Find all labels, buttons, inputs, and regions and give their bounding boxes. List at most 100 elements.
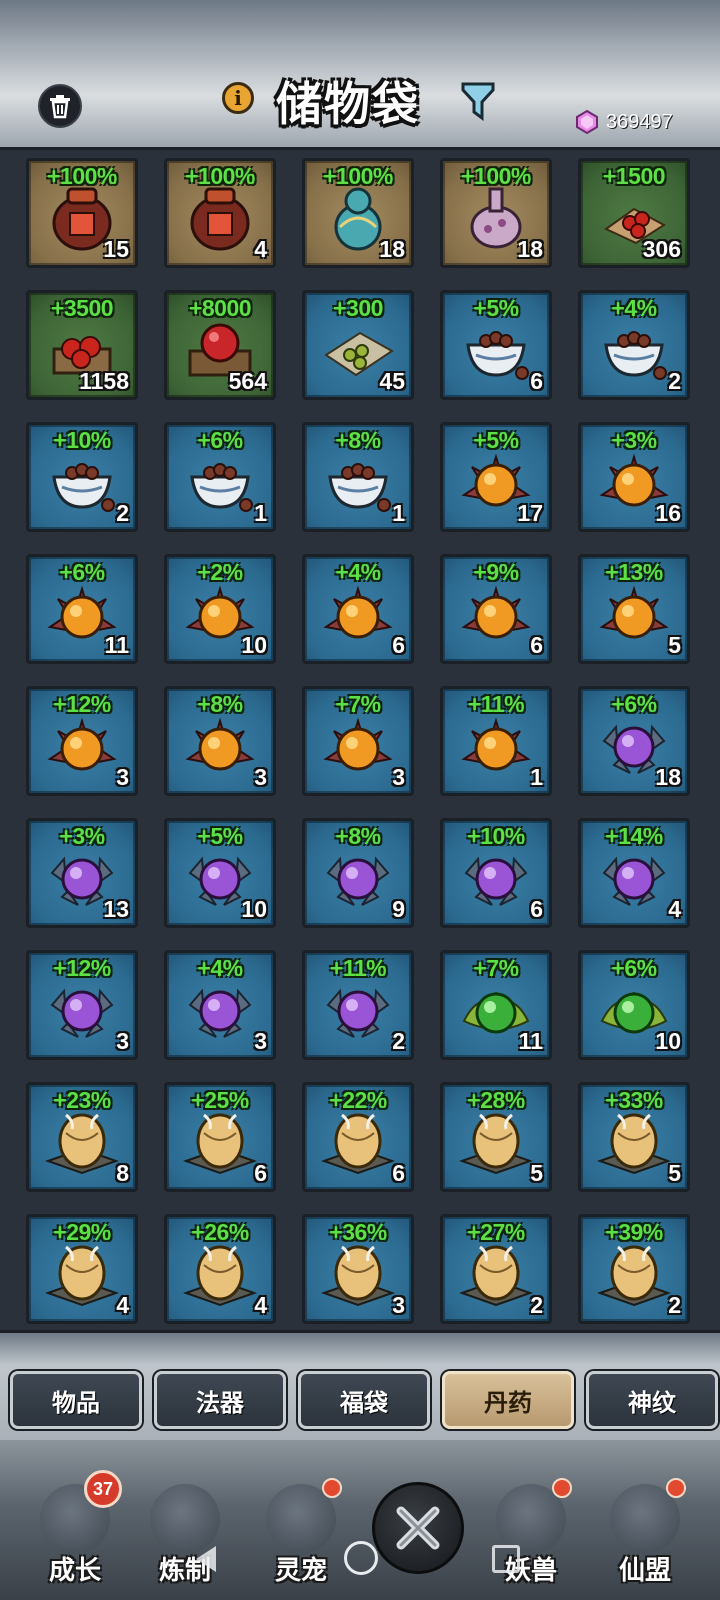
- close-button[interactable]: [372, 1482, 464, 1574]
- trash-button[interactable]: [38, 84, 82, 128]
- inventory-item[interactable]: +7% 11: [440, 950, 552, 1060]
- pill-bowl-icon: [328, 463, 391, 512]
- inventory-item[interactable]: +3% 16: [578, 422, 690, 532]
- inventory-item[interactable]: +100% 18: [440, 158, 552, 268]
- inventory-item[interactable]: +8000 564: [164, 290, 276, 400]
- inventory-item[interactable]: +12% 3: [26, 950, 138, 1060]
- currency-display: 369497: [574, 108, 673, 136]
- inventory-item[interactable]: +25% 6: [164, 1082, 276, 1192]
- nav-item[interactable]: 仙盟: [600, 1478, 690, 1594]
- item-quantity: 2: [668, 368, 681, 394]
- inventory-item[interactable]: +300 45: [302, 290, 414, 400]
- item-quantity: 13: [103, 896, 129, 922]
- inventory-item[interactable]: +7% 3: [302, 686, 414, 796]
- inventory-item[interactable]: +6% 10: [578, 950, 690, 1060]
- info-icon[interactable]: i: [222, 82, 254, 114]
- nav-item[interactable]: 灵宠: [256, 1478, 346, 1594]
- inventory-item[interactable]: +10% 2: [26, 422, 138, 532]
- tab-2[interactable]: 福袋: [298, 1371, 430, 1429]
- golden-egg-icon: [596, 1113, 672, 1175]
- nav-item[interactable]: 炼制: [140, 1484, 230, 1594]
- item-bonus: +8%: [197, 691, 243, 717]
- item-quantity: 4: [116, 1292, 129, 1318]
- tab-0[interactable]: 物品: [10, 1371, 142, 1429]
- item-quantity: 18: [517, 236, 543, 262]
- item-quantity: 16: [655, 500, 681, 526]
- inventory-item[interactable]: +8% 1: [302, 422, 414, 532]
- inventory-item[interactable]: +6% 1: [164, 422, 276, 532]
- item-bonus: +6%: [611, 955, 657, 981]
- item-bonus: +10%: [467, 823, 525, 849]
- system-recents-button[interactable]: [492, 1545, 520, 1573]
- inventory-item[interactable]: +8% 3: [164, 686, 276, 796]
- inventory-item[interactable]: +27% 2: [440, 1214, 552, 1324]
- tab-1[interactable]: 法器: [154, 1371, 286, 1429]
- inventory-item[interactable]: +5% 17: [440, 422, 552, 532]
- inventory-item[interactable]: +12% 3: [26, 686, 138, 796]
- item-bonus: +10%: [53, 427, 111, 453]
- golden-egg-icon: [182, 1245, 258, 1307]
- page-title: 储物袋: [276, 77, 420, 131]
- tab-4[interactable]: 神纹: [586, 1371, 718, 1429]
- item-bonus: +4%: [197, 955, 243, 981]
- inventory-panel: +100% 15 +100% 4 +100% 18 +100% 18 +1500 306 +3500…: [0, 150, 720, 1330]
- inventory-item[interactable]: +13% 5: [578, 554, 690, 664]
- inventory-item[interactable]: +29% 4: [26, 1214, 138, 1324]
- inventory-item[interactable]: +39% 2: [578, 1214, 690, 1324]
- golden-egg-icon: [458, 1113, 534, 1175]
- gem-icon: [576, 109, 598, 135]
- item-quantity: 6: [392, 632, 405, 658]
- item-quantity: 306: [642, 236, 681, 262]
- system-back-button[interactable]: [196, 1546, 216, 1572]
- wine-jar-icon: [190, 187, 250, 251]
- inventory-item[interactable]: +11% 2: [302, 950, 414, 1060]
- inventory-item[interactable]: +4% 6: [302, 554, 414, 664]
- inventory-item[interactable]: +3500 1158: [26, 290, 138, 400]
- nav-item[interactable]: 妖兽: [486, 1478, 576, 1594]
- nav-item[interactable]: 37 成长: [30, 1470, 122, 1594]
- orange-lotus-pill-icon: [461, 717, 531, 771]
- item-quantity: 3: [392, 764, 405, 790]
- inventory-item[interactable]: +4% 2: [578, 290, 690, 400]
- golden-egg-icon: [596, 1245, 672, 1307]
- inventory-item[interactable]: +6% 11: [26, 554, 138, 664]
- inventory-item[interactable]: +10% 6: [440, 818, 552, 928]
- inventory-item[interactable]: +1500 306: [578, 158, 690, 268]
- inventory-item[interactable]: +100% 18: [302, 158, 414, 268]
- pill-bowl-icon: [604, 331, 667, 380]
- inventory-item[interactable]: +4% 3: [164, 950, 276, 1060]
- inventory-item[interactable]: +14% 4: [578, 818, 690, 928]
- nav-label: 仙盟: [618, 1556, 671, 1586]
- inventory-item[interactable]: +23% 8: [26, 1082, 138, 1192]
- tab-3[interactable]: 丹药: [442, 1371, 574, 1429]
- notification-badge: 37: [84, 1470, 122, 1508]
- inventory-item[interactable]: +3% 13: [26, 818, 138, 928]
- inventory-item[interactable]: +28% 5: [440, 1082, 552, 1192]
- inventory-item[interactable]: +9% 6: [440, 554, 552, 664]
- filter-icon[interactable]: [460, 78, 496, 122]
- notification-dot: [666, 1478, 686, 1498]
- inventory-item[interactable]: +100% 4: [164, 158, 276, 268]
- inventory-item[interactable]: +5% 10: [164, 818, 276, 928]
- inventory-item[interactable]: +26% 4: [164, 1214, 276, 1324]
- inventory-item[interactable]: +36% 3: [302, 1214, 414, 1324]
- trash-icon: [50, 95, 70, 119]
- system-home-button[interactable]: [344, 1541, 378, 1575]
- item-bonus: +4%: [335, 559, 381, 585]
- item-bonus: +9%: [473, 559, 519, 585]
- inventory-item[interactable]: +6% 18: [578, 686, 690, 796]
- inventory-item[interactable]: +100% 15: [26, 158, 138, 268]
- item-quantity: 4: [254, 1292, 267, 1318]
- inventory-item[interactable]: +11% 1: [440, 686, 552, 796]
- item-bonus: +36%: [329, 1219, 387, 1245]
- inventory-item[interactable]: +33% 5: [578, 1082, 690, 1192]
- inventory-item[interactable]: +5% 6: [440, 290, 552, 400]
- item-bonus: +5%: [473, 427, 519, 453]
- item-quantity: 11: [518, 1028, 543, 1054]
- inventory-item[interactable]: +2% 10: [164, 554, 276, 664]
- item-bonus: +33%: [605, 1087, 663, 1113]
- item-quantity: 3: [254, 764, 267, 790]
- inventory-item[interactable]: +8% 9: [302, 818, 414, 928]
- item-quantity: 1: [392, 500, 405, 526]
- inventory-item[interactable]: +22% 6: [302, 1082, 414, 1192]
